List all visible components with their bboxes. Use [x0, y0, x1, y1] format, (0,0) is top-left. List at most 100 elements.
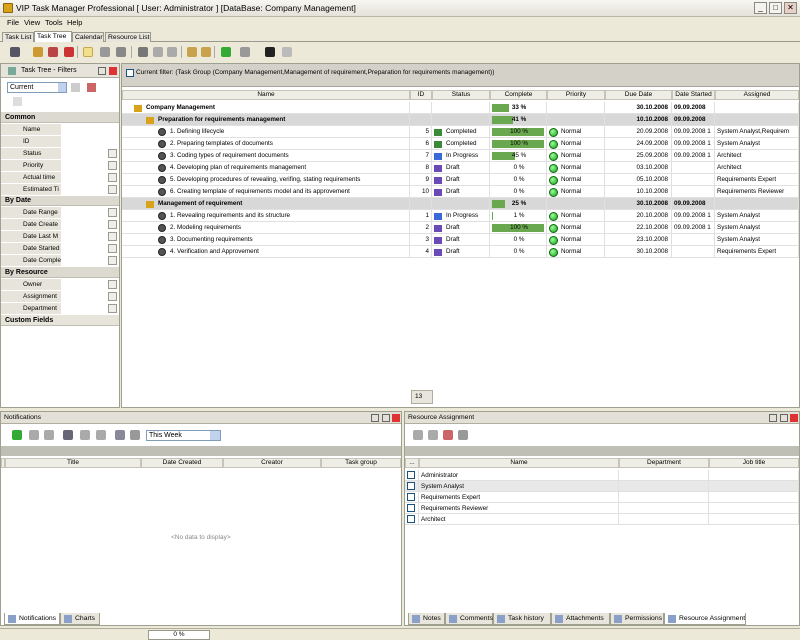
col-check[interactable]: ...: [405, 458, 419, 468]
table-row[interactable]: 2. Preparing templates of documents 6 Comp…: [122, 138, 799, 150]
col-job-title[interactable]: Job title: [709, 458, 799, 468]
col-date-created[interactable]: Date Created: [141, 458, 223, 468]
maximize-button[interactable]: □: [769, 2, 782, 14]
col-date-started[interactable]: Date Started: [672, 90, 715, 100]
section-common[interactable]: Common: [1, 112, 119, 123]
task-name[interactable]: 1. Revealing requirements and its struct…: [170, 212, 290, 219]
close-button[interactable]: ✕: [784, 2, 797, 14]
save-filter-icon[interactable]: [71, 83, 80, 92]
mark-unread-icon[interactable]: [44, 430, 54, 440]
forward-icon[interactable]: [130, 430, 140, 440]
chevron-down-icon[interactable]: [108, 256, 117, 265]
task-name[interactable]: 3. Coding types of requirement documents: [170, 152, 289, 159]
task-name-cell[interactable]: 3. Documenting requirements: [122, 234, 410, 246]
resource-checkbox-cell[interactable]: [405, 503, 419, 514]
col-assigned[interactable]: Assigned: [715, 90, 799, 100]
tab-notes[interactable]: Notes: [408, 613, 445, 625]
task-name[interactable]: Preparation for requirements management: [158, 116, 285, 123]
col-task-group[interactable]: Task group: [321, 458, 401, 468]
col-title[interactable]: Title: [5, 458, 141, 468]
expand-icon[interactable]: [187, 47, 197, 57]
delete-filter-icon[interactable]: [87, 83, 96, 92]
filter-field-priority[interactable]: Priority: [1, 160, 119, 172]
task-name[interactable]: Management of requirement: [158, 200, 242, 207]
task-name[interactable]: 4. Developing plan of requirements manag…: [170, 164, 306, 171]
col-department[interactable]: Department: [619, 458, 709, 468]
filter-field-date-create[interactable]: Date Create: [1, 219, 119, 231]
task-name[interactable]: 5. Developing procedures of revealing, v…: [170, 176, 360, 183]
table-row[interactable]: 3. Coding types of requirement documents…: [122, 150, 799, 162]
tab-comments[interactable]: Comments: [445, 613, 493, 625]
chevron-down-icon[interactable]: [108, 161, 117, 170]
filter-field-status[interactable]: Status: [1, 148, 119, 160]
table-row[interactable]: Company Management 33 % 30.10.2008 09.09.20…: [122, 102, 799, 114]
remove-icon[interactable]: [443, 430, 453, 440]
resource-checkbox[interactable]: [407, 504, 415, 512]
move-up-icon[interactable]: [153, 47, 163, 57]
col-status[interactable]: Status: [432, 90, 490, 100]
tab-task-tree[interactable]: Task Tree: [34, 31, 72, 42]
task-name[interactable]: 4. Verification and Approvement: [170, 248, 259, 255]
chevron-down-icon[interactable]: [108, 244, 117, 253]
filter-field-estimated-ti[interactable]: Estimated Ti: [1, 184, 119, 196]
table-row[interactable]: 1. Revealing requirements and its struct…: [122, 210, 799, 222]
task-name-cell[interactable]: Preparation for requirements management: [122, 114, 410, 126]
table-row[interactable]: Preparation for requirements management 4…: [122, 114, 799, 126]
filter-field-id[interactable]: ID: [1, 136, 119, 148]
task-name-cell[interactable]: 5. Developing procedures of revealing, v…: [122, 174, 410, 186]
pin-icon[interactable]: [769, 414, 777, 422]
menu-file[interactable]: File: [7, 18, 19, 27]
filter-field-actual-time[interactable]: Actual time: [1, 172, 119, 184]
task-name[interactable]: 3. Documenting requirements: [170, 236, 253, 243]
task-name[interactable]: 2. Preparing templates of documents: [170, 140, 273, 147]
resource-checkbox[interactable]: [407, 471, 415, 479]
options-icon[interactable]: [282, 47, 292, 57]
print-icon[interactable]: [100, 47, 110, 57]
task-name-cell[interactable]: Company Management: [122, 102, 410, 114]
resource-row[interactable]: System Analyst: [405, 481, 799, 492]
tab-task-list[interactable]: Task List: [2, 32, 34, 42]
chevron-down-icon[interactable]: [108, 280, 117, 289]
new-group-icon[interactable]: [33, 47, 43, 57]
task-name-cell[interactable]: 1. Defining lifecycle: [122, 126, 410, 138]
resource-row[interactable]: Architect: [405, 514, 799, 525]
menu-tools[interactable]: Tools: [45, 18, 63, 27]
table-row[interactable]: 4. Verification and Approvement 4 Draft 0 %…: [122, 246, 799, 258]
task-name-cell[interactable]: 6. Creating template of requirements mod…: [122, 186, 410, 198]
table-row[interactable]: 2. Modeling requirements 2 Draft 100 % Norma…: [122, 222, 799, 234]
resource-checkbox[interactable]: [407, 515, 415, 523]
clear-filter-icon[interactable]: [13, 97, 22, 106]
move-bottom-icon[interactable]: [167, 47, 177, 57]
col-complete[interactable]: Complete: [490, 90, 547, 100]
chevron-down-icon[interactable]: [108, 149, 117, 158]
filter-field-owner[interactable]: Owner: [1, 279, 119, 291]
tab-resource-list[interactable]: Resource List: [105, 32, 151, 42]
table-row[interactable]: 1. Defining lifecycle 5 Completed 100 % Norm…: [122, 126, 799, 138]
menu-help[interactable]: Help: [67, 18, 82, 27]
menu-view[interactable]: View: [24, 18, 40, 27]
col-creator[interactable]: Creator: [223, 458, 321, 468]
table-row[interactable]: 6. Creating template of requirements mod…: [122, 186, 799, 198]
col-name[interactable]: Name: [419, 458, 619, 468]
table-row[interactable]: Management of requirement 25 % 30.10.2008 0…: [122, 198, 799, 210]
report-icon[interactable]: [240, 47, 250, 57]
close-panel-icon[interactable]: [109, 67, 117, 75]
filter-field-assignment[interactable]: Assignment: [1, 291, 119, 303]
columns-icon[interactable]: [265, 47, 275, 57]
chevron-down-icon[interactable]: [108, 292, 117, 301]
table-row[interactable]: 4. Developing plan of requirements manag…: [122, 162, 799, 174]
view-icon[interactable]: [115, 430, 125, 440]
float-icon[interactable]: [780, 414, 788, 422]
tab-calendar[interactable]: Calendar: [72, 32, 104, 42]
pin-icon[interactable]: [371, 414, 379, 422]
chevron-down-icon[interactable]: [210, 431, 220, 440]
columns-icon[interactable]: [458, 430, 468, 440]
new-task-icon[interactable]: [10, 47, 20, 57]
resource-row[interactable]: Requirements Expert: [405, 492, 799, 503]
close-icon[interactable]: [790, 414, 798, 422]
col-due-date[interactable]: Due Date: [605, 90, 672, 100]
task-name[interactable]: 2. Modeling requirements: [170, 224, 241, 231]
filter-field-date-comple[interactable]: Date Comple: [1, 255, 119, 267]
tab-task-history[interactable]: Task history: [493, 613, 551, 625]
task-name-cell[interactable]: 2. Modeling requirements: [122, 222, 410, 234]
